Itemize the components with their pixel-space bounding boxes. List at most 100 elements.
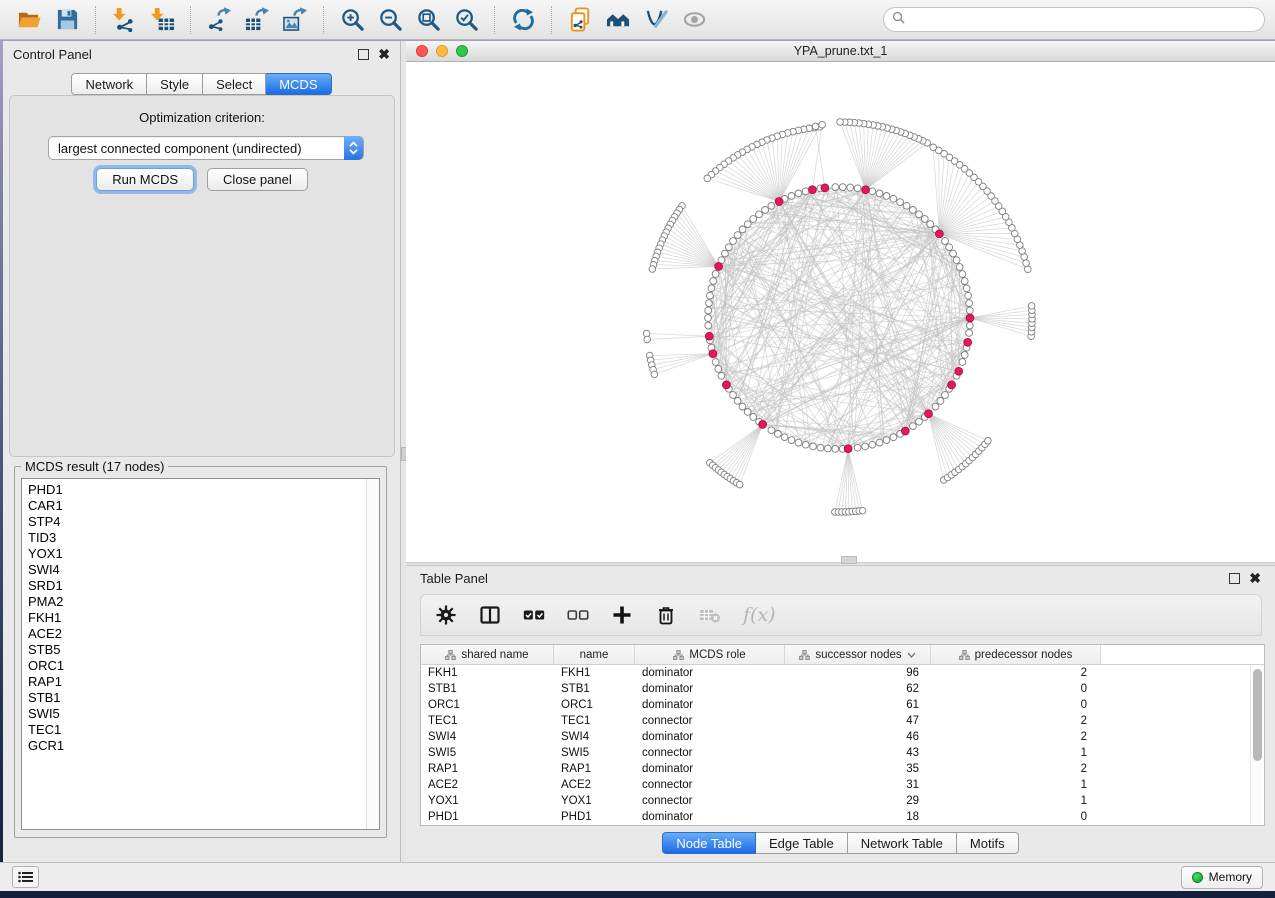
- cell: 62: [785, 683, 931, 695]
- list-item[interactable]: CAR1: [22, 498, 365, 514]
- table-scrollbar-thumb[interactable]: [1253, 669, 1262, 761]
- table-row[interactable]: YOX1YOX1connector291: [421, 793, 1264, 809]
- eye-icon[interactable]: [679, 5, 709, 35]
- close-panel-icon[interactable]: ✖: [378, 49, 390, 60]
- list-item[interactable]: SRD1: [22, 578, 365, 594]
- select-all-checkboxes-icon[interactable]: [523, 604, 545, 626]
- network-title: YPA_prune.txt_1: [406, 44, 1275, 58]
- cell: dominator: [635, 667, 785, 679]
- zoom-in-icon[interactable]: [337, 5, 367, 35]
- list-item[interactable]: TEC1: [22, 722, 365, 738]
- memory-button[interactable]: Memory: [1181, 866, 1263, 889]
- table-row[interactable]: TEC1TEC1connector472: [421, 713, 1264, 729]
- tree-icon: [445, 650, 456, 660]
- duplicate-network-icon[interactable]: [565, 5, 595, 35]
- table-panel: Table Panel ✖: [406, 566, 1275, 862]
- gear-icon[interactable]: [435, 604, 457, 626]
- float-panel-icon[interactable]: [358, 49, 369, 60]
- cell: 31: [785, 779, 931, 791]
- task-history-button[interactable]: [12, 866, 39, 888]
- toolbar-divider: [323, 6, 324, 34]
- table-row[interactable]: ACE2ACE2connector311: [421, 777, 1264, 793]
- tab-network[interactable]: Network: [71, 73, 147, 95]
- tab-node-table[interactable]: Node Table: [662, 832, 756, 854]
- cell: connector: [635, 715, 785, 727]
- split-columns-icon[interactable]: [479, 604, 501, 626]
- run-mcds-button[interactable]: Run MCDS: [96, 168, 194, 191]
- list-item[interactable]: STP4: [22, 514, 365, 530]
- list-item[interactable]: YOX1: [22, 546, 365, 562]
- list-item[interactable]: ACE2: [22, 626, 365, 642]
- deselect-all-checkboxes-icon[interactable]: [567, 604, 589, 626]
- list-item[interactable]: ORC1: [22, 658, 365, 674]
- search-input[interactable]: [910, 12, 1256, 28]
- table-row[interactable]: ORC1ORC1dominator610: [421, 697, 1264, 713]
- list-item[interactable]: STB5: [22, 642, 365, 658]
- cell: FKH1: [421, 667, 554, 679]
- cell: 35: [785, 763, 931, 775]
- curve-pen-icon[interactable]: [641, 5, 671, 35]
- column-header-predecessor-nodes[interactable]: predecessor nodes: [931, 645, 1101, 664]
- trash-icon[interactable]: [655, 604, 677, 626]
- refresh-layout-icon[interactable]: [508, 5, 538, 35]
- result-list-scrollbar[interactable]: [366, 479, 379, 829]
- zoom-selected-icon[interactable]: [451, 5, 481, 35]
- toolbar-divider: [190, 6, 191, 34]
- list-item[interactable]: STB1: [22, 690, 365, 706]
- list-item[interactable]: TID3: [22, 530, 365, 546]
- export-table-icon[interactable]: [242, 5, 272, 35]
- tab-network-table[interactable]: Network Table: [848, 832, 957, 854]
- zoom-fit-icon[interactable]: [413, 5, 443, 35]
- add-column-icon[interactable]: [611, 604, 633, 626]
- list-item[interactable]: FKH1: [22, 610, 365, 626]
- column-label: shared name: [461, 649, 528, 661]
- zoom-out-icon[interactable]: [375, 5, 405, 35]
- open-folder-icon[interactable]: [14, 5, 44, 35]
- column-header-name[interactable]: name: [554, 645, 635, 664]
- import-table-icon[interactable]: [147, 5, 177, 35]
- save-floppy-icon[interactable]: [52, 5, 82, 35]
- export-image-icon[interactable]: [280, 5, 310, 35]
- tab-style[interactable]: Style: [147, 73, 203, 95]
- tab-motifs[interactable]: Motifs: [957, 832, 1019, 854]
- tab-select[interactable]: Select: [203, 73, 266, 95]
- column-header-MCDS-role[interactable]: MCDS role: [635, 645, 785, 664]
- list-item[interactable]: PHD1: [22, 482, 365, 498]
- header-filler: [1101, 645, 1264, 664]
- export-network-icon[interactable]: [204, 5, 234, 35]
- tab-mcds[interactable]: MCDS: [266, 73, 331, 95]
- cell: 2: [931, 731, 1101, 743]
- cell: TEC1: [421, 715, 554, 727]
- cell: 2: [931, 763, 1101, 775]
- list-item[interactable]: SWI5: [22, 706, 365, 722]
- float-table-panel-icon[interactable]: [1229, 573, 1240, 584]
- table-row[interactable]: SWI4SWI4dominator462: [421, 729, 1264, 745]
- cell: 43: [785, 747, 931, 759]
- mcds-result-items: PHD1CAR1STP4TID3YOX1SWI4SRD1PMA2FKH1ACE2…: [22, 482, 365, 754]
- table-row[interactable]: SWI5SWI5connector431: [421, 745, 1264, 761]
- houses-icon[interactable]: [603, 5, 633, 35]
- cell: RAP1: [554, 763, 635, 775]
- column-header-successor-nodes[interactable]: successor nodes: [785, 645, 931, 664]
- tab-edge-table[interactable]: Edge Table: [756, 832, 848, 854]
- table-scrollbar[interactable]: [1250, 666, 1263, 824]
- node-table: shared name nameMCDS rolesuccessor nodesp…: [420, 644, 1265, 826]
- list-item[interactable]: PMA2: [22, 594, 365, 610]
- cell: SWI5: [554, 747, 635, 759]
- cell: 18: [785, 811, 931, 823]
- table-row[interactable]: RAP1RAP1dominator352: [421, 761, 1264, 777]
- network-window: YPA_prune.txt_1: [406, 41, 1275, 562]
- close-panel-button[interactable]: Close panel: [207, 168, 308, 191]
- list-item[interactable]: RAP1: [22, 674, 365, 690]
- list-item[interactable]: SWI4: [22, 562, 365, 578]
- column-header-shared-name[interactable]: shared name: [421, 645, 554, 664]
- table-row[interactable]: STB1STB1dominator620: [421, 681, 1264, 697]
- list-item[interactable]: GCR1: [22, 738, 365, 754]
- network-canvas[interactable]: [406, 62, 1272, 557]
- table-row[interactable]: PHD1PHD1dominator180: [421, 809, 1264, 825]
- criterion-select[interactable]: largest connected component (undirected): [48, 136, 364, 160]
- cell: SWI5: [421, 747, 554, 759]
- table-row[interactable]: FKH1FKH1dominator962: [421, 665, 1264, 681]
- close-table-panel-icon[interactable]: ✖: [1249, 573, 1261, 584]
- import-network-icon[interactable]: [109, 5, 139, 35]
